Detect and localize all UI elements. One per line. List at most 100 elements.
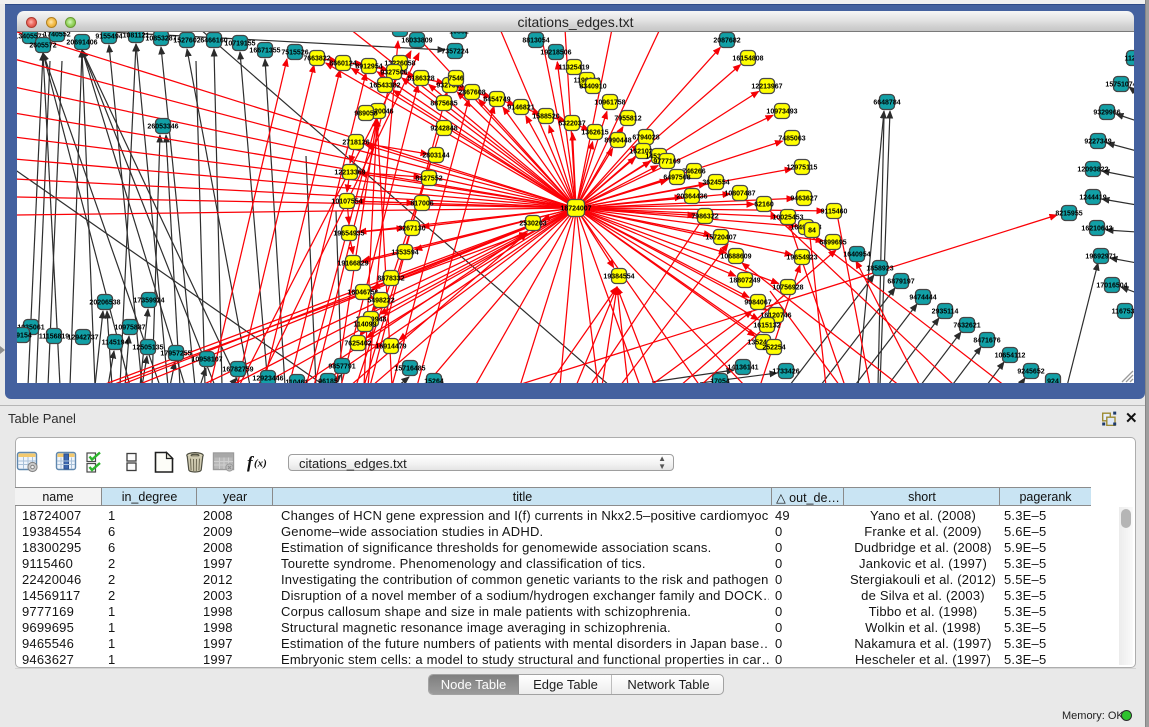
svg-text:9227349: 9227349 [1084,139,1111,146]
svg-text:9242848: 9242848 [430,126,457,133]
svg-text:16210643: 16210643 [1081,226,1112,233]
svg-text:39154: 39154 [17,333,32,340]
svg-text:8427552: 8427552 [415,176,442,183]
svg-text:19654935: 19654935 [333,231,364,238]
svg-text:20206538: 20206538 [89,300,120,307]
svg-text:10807487: 10807487 [724,191,755,198]
svg-text:9245652: 9245652 [1017,369,1044,376]
svg-text:2087682: 2087682 [713,38,740,45]
svg-text:12942737: 12942737 [67,335,98,342]
svg-text:2605572: 2605572 [29,43,56,50]
svg-text:8875685: 8875685 [430,101,457,108]
svg-text:15716485: 15716485 [394,366,425,373]
svg-text:16671355: 16671355 [249,48,280,55]
svg-text:7485063: 7485063 [778,136,805,143]
svg-text:1167533: 1167533 [1112,309,1134,316]
svg-text:19384554: 19384554 [603,274,634,281]
svg-text:15751074: 15751074 [1105,82,1134,89]
svg-text:2530203: 2530203 [519,221,546,228]
svg-text:20364436: 20364436 [676,194,707,201]
svg-text:7955812: 7955812 [614,116,641,123]
svg-text:1858923: 1858923 [866,266,893,273]
svg-text:10688609: 10688609 [720,254,751,261]
svg-text:(x): (x) [254,458,267,470]
svg-text:6794028: 6794028 [632,135,659,142]
svg-text:15264: 15264 [424,379,444,384]
svg-text:1362615: 1362615 [581,130,608,137]
svg-text:14136141: 14136141 [727,365,758,372]
svg-text:26053346: 26053346 [147,124,178,131]
svg-text:17957255: 17957255 [160,351,191,358]
svg-text:7546: 7546 [448,76,464,83]
svg-text:10973493: 10973493 [766,109,797,116]
svg-text:18807249: 18807249 [729,278,760,285]
svg-text:9463627: 9463627 [790,196,817,203]
svg-text:16033809: 16033809 [401,38,432,45]
svg-text:1615132: 1615132 [753,323,780,330]
svg-text:8878332: 8878332 [377,276,404,283]
svg-text:17054: 17054 [710,379,730,384]
svg-text:84: 84 [808,228,816,235]
svg-text:15720407: 15720407 [705,235,736,242]
svg-text:8990448: 8990448 [604,138,631,145]
svg-text:10654112: 10654112 [995,353,1026,360]
svg-text:11325419: 11325419 [559,65,590,72]
svg-text:8215955: 8215955 [1055,211,1082,218]
svg-text:12975115: 12975115 [787,165,818,172]
svg-text:10975887: 10975887 [114,325,145,332]
svg-text:3267130: 3267130 [398,226,425,233]
svg-text:6899695: 6899695 [819,240,846,247]
svg-text:9146821: 9146821 [507,105,534,112]
svg-text:114099: 114099 [354,322,377,329]
svg-text:10719155: 10719155 [224,41,255,48]
svg-text:17016504: 17016504 [1096,283,1127,290]
svg-text:12093822: 12093822 [1077,167,1108,174]
svg-text:8912954: 8912954 [355,64,382,71]
svg-text:9857791: 9857791 [328,364,355,371]
svg-text:2867608: 2867608 [458,90,485,97]
svg-text:817006: 817006 [410,201,433,208]
svg-text:10756928: 10756928 [772,285,803,292]
svg-text:8186328: 8186328 [407,76,434,83]
svg-text:12923446: 12923446 [252,376,283,383]
svg-text:10025453: 10025453 [772,215,803,222]
svg-text:1640954: 1640954 [843,252,870,259]
svg-text:1740552: 1740552 [43,32,70,39]
svg-text:1527602: 1527602 [173,38,200,45]
svg-text:989058: 989058 [354,111,377,118]
svg-text:7357224: 7357224 [441,49,468,56]
svg-text:10958107: 10958107 [191,357,222,364]
svg-text:8340910: 8340910 [579,84,606,91]
svg-text:20691406: 20691406 [66,40,97,47]
svg-text:9777169: 9777169 [653,159,680,166]
svg-text:9115460: 9115460 [821,209,848,216]
svg-text:2935114: 2935114 [932,309,959,316]
svg-text:8660124: 8660124 [329,61,356,68]
svg-text:6497568: 6497568 [663,175,690,182]
svg-text:1588520: 1588520 [532,114,559,121]
svg-text:7625402: 7625402 [344,341,371,348]
svg-text:16914479: 16914479 [375,344,406,351]
svg-text:17359924: 17359924 [133,298,164,305]
svg-text:7632621: 7632621 [953,323,980,330]
svg-text:9084067: 9084067 [744,300,771,307]
svg-text:10853287: 10853287 [145,36,176,43]
svg-text:6648784: 6648784 [873,100,900,107]
svg-text:1984271: 1984271 [386,32,413,34]
svg-text:19166829: 19166829 [337,261,368,268]
svg-text:62160: 62160 [754,202,774,209]
svg-text:19654923: 19654923 [786,255,817,262]
svg-text:8813054: 8813054 [522,38,549,45]
svg-text:9327506: 9327506 [380,70,407,77]
svg-text:10961758: 10961758 [594,100,625,107]
svg-text:12213967: 12213967 [751,84,782,91]
svg-text:9155494: 9155494 [95,34,122,41]
svg-text:96185: 96185 [318,379,338,384]
svg-text:8454749: 8454749 [483,97,510,104]
svg-text:7663822: 7663822 [303,56,330,63]
svg-text:5498222: 5498222 [367,298,394,305]
svg-text:11156819: 11156819 [39,334,69,341]
svg-text:2718126: 2718126 [342,140,369,147]
svg-text:8471676: 8471676 [973,338,1000,345]
svg-text:110461: 110461 [286,380,309,384]
